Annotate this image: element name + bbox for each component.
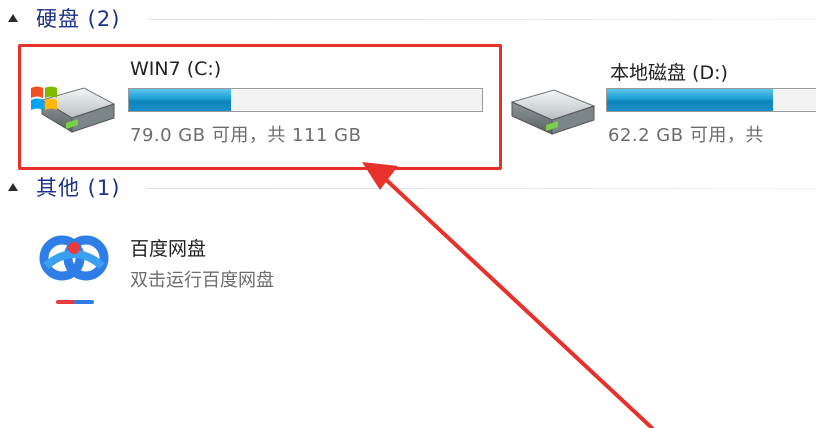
annotation-arrow-shaft bbox=[380, 174, 654, 428]
annotation-arrow bbox=[362, 162, 654, 428]
